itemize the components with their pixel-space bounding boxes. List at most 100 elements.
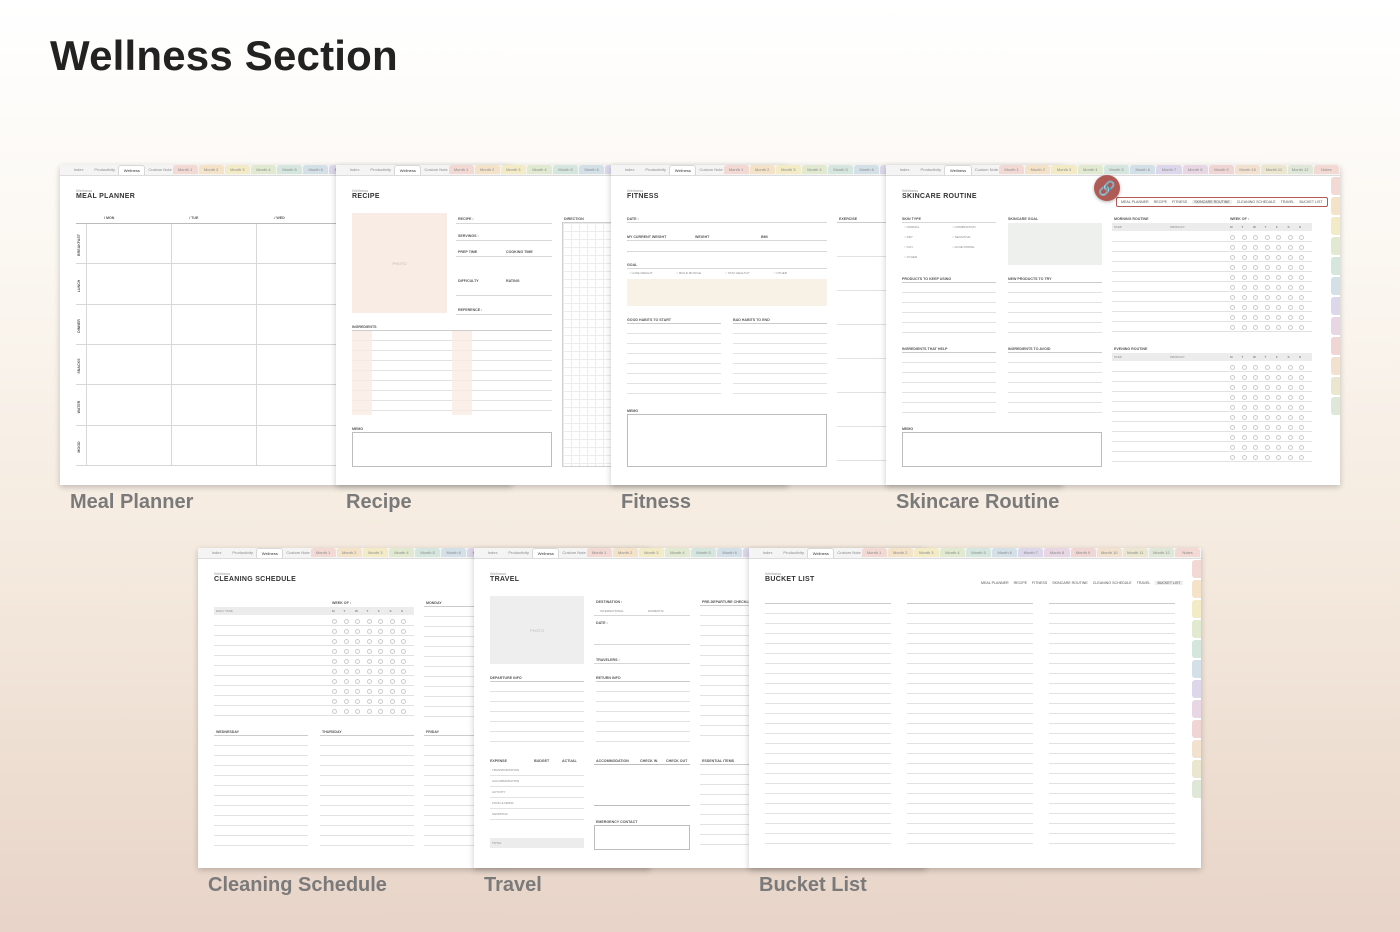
check-circle[interactable] — [366, 659, 372, 664]
check-circle[interactable] — [1241, 285, 1247, 290]
check-circle[interactable] — [1241, 395, 1247, 400]
side-tab-7[interactable] — [1192, 680, 1201, 698]
check-circle[interactable] — [1299, 265, 1304, 270]
check-circle[interactable] — [1287, 415, 1293, 420]
side-tab-6[interactable] — [1192, 660, 1201, 678]
check-circle[interactable] — [1264, 395, 1270, 400]
check-circle[interactable] — [1264, 305, 1270, 310]
check-circle[interactable] — [1299, 325, 1304, 330]
check-circle[interactable] — [355, 709, 360, 714]
check-circle[interactable] — [401, 619, 406, 624]
check-circle[interactable] — [1230, 415, 1235, 420]
ingredients-help-lines[interactable] — [902, 352, 996, 417]
nav-item[interactable]: FITNESS — [1032, 581, 1047, 585]
tab-month-4[interactable]: Month 4 — [939, 548, 965, 557]
check-circle[interactable] — [1241, 385, 1247, 390]
side-tab-2[interactable] — [1192, 580, 1201, 598]
check-circle[interactable] — [343, 689, 349, 694]
check-circle[interactable] — [1264, 245, 1270, 250]
tab-month-1[interactable]: Month 1 — [310, 548, 336, 557]
side-tab-10[interactable] — [1192, 740, 1201, 758]
new-products-lines[interactable] — [1008, 282, 1102, 337]
nav-item[interactable]: BUCKET LIST — [1299, 200, 1322, 204]
check-circle[interactable] — [1299, 445, 1304, 450]
tab-month-3[interactable]: Month 3 — [500, 165, 526, 174]
skincare-goal-box[interactable] — [1008, 223, 1102, 265]
table-row[interactable] — [214, 675, 414, 676]
tab-month-1[interactable]: Month 1 — [998, 165, 1025, 174]
check-circle[interactable] — [1264, 235, 1270, 240]
tab-month-11[interactable]: Month 11 — [1122, 548, 1148, 557]
check-circle[interactable] — [1264, 295, 1270, 300]
check-circle[interactable] — [366, 619, 372, 624]
table-row[interactable] — [1112, 331, 1312, 332]
tab-month-12[interactable]: Month 12 — [1148, 548, 1174, 557]
check-circle[interactable] — [1264, 285, 1270, 290]
table-row[interactable] — [1112, 451, 1312, 452]
check-circle[interactable] — [1230, 455, 1235, 460]
tab-month-9[interactable]: Month 9 — [1070, 548, 1096, 557]
nav-item[interactable]: SKINCARE ROUTINE — [1192, 200, 1232, 204]
table-row[interactable] — [1112, 461, 1312, 462]
check-circle[interactable] — [1264, 455, 1270, 460]
check-circle[interactable] — [332, 709, 337, 714]
side-tab-7[interactable] — [1331, 297, 1340, 315]
check-circle[interactable] — [1241, 365, 1247, 370]
check-circle[interactable] — [401, 679, 406, 684]
memo-box[interactable] — [352, 432, 552, 467]
tab-index[interactable]: Index — [204, 548, 229, 557]
table-row[interactable] — [214, 685, 414, 686]
table-row[interactable] — [1112, 301, 1312, 302]
tab-notes[interactable]: Notes — [1313, 165, 1339, 174]
side-tab-3[interactable] — [1192, 600, 1201, 618]
check-circle[interactable] — [355, 649, 360, 654]
check-circle[interactable] — [366, 689, 372, 694]
side-tab-4[interactable] — [1192, 620, 1201, 638]
side-tab-9[interactable] — [1192, 720, 1201, 738]
tab-month-5[interactable]: Month 5 — [415, 548, 441, 557]
tab-month-4[interactable]: Month 4 — [388, 548, 414, 557]
check-circle[interactable] — [1276, 275, 1281, 280]
check-circle[interactable] — [1230, 405, 1235, 410]
table-row[interactable] — [1112, 401, 1312, 402]
tab-productivity[interactable]: Productivity — [643, 165, 668, 174]
check-circle[interactable] — [1253, 265, 1258, 270]
check-circle[interactable] — [1253, 315, 1258, 320]
check-circle[interactable] — [1264, 435, 1270, 440]
check-circle[interactable] — [1264, 325, 1270, 330]
return-lines[interactable] — [596, 681, 690, 746]
nav-item[interactable]: TRAVEL — [1281, 200, 1295, 204]
nav-item[interactable]: RECIPE — [1154, 200, 1167, 204]
side-tab-9[interactable] — [1331, 337, 1340, 355]
tab-month-6[interactable]: Month 6 — [854, 165, 880, 174]
emergency-box[interactable] — [594, 825, 690, 850]
check-circle[interactable] — [1287, 455, 1293, 460]
skin-type-option[interactable]: ○ DRY — [904, 235, 913, 239]
tab-custom-notes[interactable]: Custom Notes — [973, 165, 998, 174]
check-circle[interactable] — [1287, 255, 1293, 260]
check-circle[interactable] — [1264, 265, 1270, 270]
check-circle[interactable] — [389, 639, 395, 644]
tab-month-2[interactable]: Month 2 — [1025, 165, 1051, 174]
check-circle[interactable] — [1230, 395, 1235, 400]
bucket-column-3[interactable] — [1049, 603, 1175, 850]
check-circle[interactable] — [1230, 365, 1235, 370]
check-circle[interactable] — [1299, 415, 1304, 420]
check-circle[interactable] — [1287, 285, 1293, 290]
table-row[interactable] — [1112, 411, 1312, 412]
check-circle[interactable] — [1230, 305, 1235, 310]
check-circle[interactable] — [1299, 425, 1304, 430]
check-circle[interactable] — [1253, 405, 1258, 410]
check-circle[interactable] — [378, 689, 383, 694]
check-circle[interactable] — [355, 629, 360, 634]
table-row[interactable] — [214, 695, 414, 696]
link-icon[interactable]: 🔗 — [1094, 175, 1120, 201]
check-circle[interactable] — [332, 669, 337, 674]
check-circle[interactable] — [378, 679, 383, 684]
check-circle[interactable] — [1276, 415, 1281, 420]
tab-month-1[interactable]: Month 1 — [448, 165, 474, 174]
check-circle[interactable] — [343, 669, 349, 674]
tab-productivity[interactable]: Productivity — [506, 548, 531, 557]
table-row[interactable] — [1112, 441, 1312, 442]
check-circle[interactable] — [1241, 445, 1247, 450]
